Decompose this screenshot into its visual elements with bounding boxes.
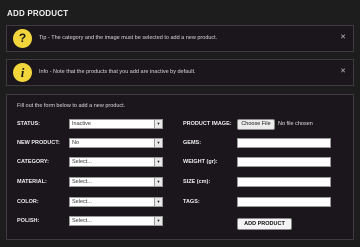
page-title: ADD PRODUCT [7, 9, 69, 18]
gems-label: GEMS: [183, 140, 202, 146]
color-select[interactable]: Select... ▼ [69, 197, 163, 207]
product-image-file-input[interactable]: Choose File No file chosen [237, 119, 337, 130]
new-product-select[interactable]: No ▼ [69, 138, 163, 148]
tags-input[interactable] [237, 197, 331, 207]
polish-select[interactable]: Select... ▼ [69, 216, 163, 226]
tags-label: TAGS: [183, 199, 200, 205]
chevron-down-icon: ▼ [154, 198, 162, 206]
add-product-form: Fill out the form below to add a new pro… [6, 94, 354, 240]
add-product-button[interactable]: ADD PRODUCT [237, 218, 292, 230]
file-status: No file chosen [278, 121, 313, 127]
category-label: CATEGORY: [17, 159, 49, 165]
new-product-value: No [72, 140, 80, 146]
gems-input[interactable] [237, 138, 331, 148]
info-text: Info - Note that the products that you a… [39, 69, 196, 75]
material-value: Select... [72, 179, 92, 185]
product-image-label: PRODUCT IMAGE: [183, 121, 232, 127]
tip-notice: ? Tip - The category and the image must … [6, 25, 354, 52]
new-product-label: NEW PRODUCT: [17, 140, 60, 146]
info-icon: i [13, 63, 32, 82]
color-label: COLOR: [17, 199, 39, 205]
status-select[interactable]: Inactive ▼ [69, 119, 163, 129]
close-icon[interactable]: ✕ [340, 33, 346, 41]
size-input[interactable] [237, 177, 331, 187]
category-value: Select... [72, 159, 92, 165]
close-icon[interactable]: ✕ [340, 67, 346, 75]
size-label: SIZE (cm): [183, 179, 211, 185]
info-notice: i Info - Note that the products that you… [6, 59, 354, 86]
chevron-down-icon: ▼ [154, 120, 162, 128]
status-label: STATUS: [17, 121, 41, 127]
status-value: Inactive [72, 121, 91, 127]
chevron-down-icon: ▼ [154, 178, 162, 186]
choose-file-button[interactable]: Choose File [237, 119, 275, 130]
color-value: Select... [72, 199, 92, 205]
question-icon: ? [13, 29, 32, 48]
tip-text: Tip - The category and the image must be… [39, 35, 218, 41]
chevron-down-icon: ▼ [154, 158, 162, 166]
chevron-down-icon: ▼ [154, 217, 162, 225]
weight-label: WEIGHT (gr): [183, 159, 218, 165]
weight-input[interactable] [237, 157, 331, 167]
material-select[interactable]: Select... ▼ [69, 177, 163, 187]
chevron-down-icon: ▼ [154, 139, 162, 147]
polish-label: POLISH: [17, 218, 40, 224]
polish-value: Select... [72, 218, 92, 224]
category-select[interactable]: Select... ▼ [69, 157, 163, 167]
material-label: MATERIAL: [17, 179, 47, 185]
form-intro: Fill out the form below to add a new pro… [17, 103, 126, 109]
